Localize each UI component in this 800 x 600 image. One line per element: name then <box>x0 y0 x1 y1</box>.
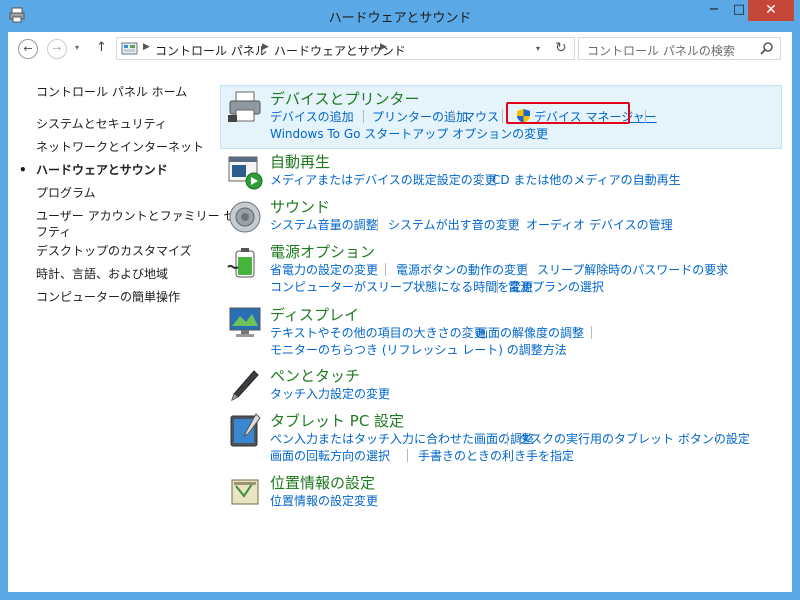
link-separator <box>515 218 516 231</box>
link-pen-calibrate[interactable]: ペン入力またはタッチ入力に合わせた画面の調整 <box>270 430 534 447</box>
category-title[interactable]: 自動再生 <box>270 151 330 172</box>
sidebar-item-ease-of-access[interactable]: コンピューターの簡単操作 <box>36 289 180 305</box>
link-power-plan[interactable]: 電源プランの選択 <box>508 278 604 295</box>
sidebar-item-system-security[interactable]: システムとセキュリティ <box>36 116 167 132</box>
minimize-button[interactable]: − <box>701 0 727 21</box>
link-separator <box>363 110 364 123</box>
link-separator <box>526 263 527 276</box>
close-button[interactable]: ✕ <box>748 0 794 21</box>
search-box[interactable]: コントロール パネルの検索 <box>578 37 781 60</box>
address-dropdown-icon[interactable]: ▾ <box>536 44 540 53</box>
search-icon[interactable] <box>760 41 774 55</box>
link-media-defaults[interactable]: メディアまたはデバイスの既定設定の変更 <box>270 171 497 188</box>
client-area: ← → ▾ ↑ ▶ コントロール パネル ▶ ハードウェアとサウンド ▶ ▾ ↻ <box>8 32 792 592</box>
link-separator <box>497 280 498 293</box>
category-title[interactable]: サウンド <box>270 196 330 217</box>
current-item-bullet-icon: • <box>19 163 27 177</box>
link-cd-autoplay[interactable]: CD または他のメディアの自動再生 <box>492 171 681 188</box>
category-title[interactable]: 電源オプション <box>270 241 375 262</box>
up-button[interactable]: ↑ <box>96 40 107 55</box>
link-text-size[interactable]: テキストやその他の項目の大きさの変更 <box>270 324 486 341</box>
link-sleep-time[interactable]: コンピューターがスリープ状態になる時間を変更 <box>270 278 533 295</box>
link-volume[interactable]: システム音量の調整 <box>270 216 378 233</box>
link-add-device[interactable]: デバイスの追加 <box>270 108 354 125</box>
battery-icon[interactable] <box>226 243 264 281</box>
sidebar-item-hardware-sound[interactable]: • ハードウェアとサウンド <box>19 162 168 178</box>
category-title[interactable]: タブレット PC 設定 <box>270 410 404 431</box>
location-icon[interactable] <box>226 474 264 512</box>
search-placeholder: コントロール パネルの検索 <box>587 44 735 58</box>
link-separator <box>645 110 646 123</box>
link-rotation[interactable]: 画面の回転方向の選択 <box>270 447 390 464</box>
link-power-button[interactable]: 電源ボタンの動作の変更 <box>396 261 528 278</box>
sidebar-item-user-accounts[interactable]: ユーザー アカウントとファミリー セー <box>36 208 247 224</box>
recent-pages-dropdown-icon[interactable]: ▾ <box>75 43 79 52</box>
breadcrumb-separator-icon[interactable]: ▶ <box>143 42 150 52</box>
pen-icon[interactable] <box>226 367 264 405</box>
window-title: ハードウェアとサウンド <box>328 11 472 26</box>
link-system-sounds[interactable]: システムが出す音の変更 <box>388 216 520 233</box>
sidebar-item-appearance[interactable]: デスクトップのカスタマイズ <box>36 243 192 259</box>
category-title[interactable]: デバイスとプリンター <box>270 88 420 109</box>
link-refresh-rate[interactable]: モニターのちらつき (リフレッシュ レート) の調整方法 <box>270 341 567 358</box>
link-separator <box>453 110 454 123</box>
category-title[interactable]: ペンとタッチ <box>270 365 360 386</box>
printer-icon[interactable] <box>226 88 264 126</box>
link-separator <box>377 218 378 231</box>
sidebar-item-label: ハードウェアとサウンド <box>36 163 168 177</box>
link-separator <box>466 326 467 339</box>
address-bar[interactable]: ▶ コントロール パネル ▶ ハードウェアとサウンド ▶ ▾ ↻ <box>116 37 575 60</box>
breadcrumb-separator-icon[interactable]: ▶ <box>380 42 387 52</box>
autoplay-icon[interactable] <box>226 153 264 191</box>
category-title[interactable]: ディスプレイ <box>270 304 359 325</box>
breadcrumb-separator-icon[interactable]: ▶ <box>262 42 269 52</box>
refresh-icon[interactable]: ↻ <box>555 40 567 56</box>
link-separator <box>502 110 503 123</box>
breadcrumb-control-panel[interactable]: コントロール パネル <box>155 42 267 59</box>
sidebar-item-home[interactable]: コントロール パネル ホーム <box>36 84 187 100</box>
link-separator <box>407 449 408 462</box>
link-touch-input[interactable]: タッチ入力設定の変更 <box>270 385 390 402</box>
link-separator <box>480 173 481 186</box>
monitor-icon[interactable] <box>226 304 264 342</box>
forward-button[interactable]: → <box>47 39 67 59</box>
link-windows-to-go[interactable]: Windows To Go スタートアップ オプションの変更 <box>270 125 548 142</box>
back-button[interactable]: ← <box>18 39 38 59</box>
link-wake-password[interactable]: スリープ解除時のパスワードの要求 <box>537 261 728 278</box>
control-panel-window: ハードウェアとサウンド − □ ✕ ← → ▾ ↑ ▶ コントロール パネル ▶… <box>0 0 800 600</box>
link-handedness[interactable]: 手書きのときの利き手を指定 <box>418 447 574 464</box>
category-title[interactable]: 位置情報の設定 <box>270 472 375 493</box>
sidebar-item-programs[interactable]: プログラム <box>36 185 96 201</box>
link-separator <box>507 432 508 445</box>
control-panel-icon <box>121 42 138 55</box>
link-separator <box>720 263 721 276</box>
sidebar-item-network[interactable]: ネットワークとインターネット <box>36 139 204 155</box>
link-power-settings[interactable]: 省電力の設定の変更 <box>270 261 378 278</box>
tablet-icon[interactable] <box>226 412 264 450</box>
sidebar-item-clock-language[interactable]: 時計、言語、および地域 <box>36 266 168 282</box>
link-separator <box>716 432 717 445</box>
navigation-bar: ← → ▾ ↑ ▶ コントロール パネル ▶ ハードウェアとサウンド ▶ ▾ ↻ <box>8 32 792 68</box>
link-location-settings[interactable]: 位置情報の設定変更 <box>270 492 378 509</box>
title-bar[interactable]: ハードウェアとサウンド − □ ✕ <box>0 0 800 32</box>
device-manager-highlight-frame <box>506 102 630 124</box>
link-separator <box>591 326 592 339</box>
link-separator <box>385 263 386 276</box>
link-audio-devices[interactable]: オーディオ デバイスの管理 <box>526 216 673 233</box>
link-mouse[interactable]: マウス <box>463 108 499 125</box>
speaker-icon[interactable] <box>226 198 264 236</box>
link-resolution[interactable]: 画面の解像度の調整 <box>476 324 584 341</box>
sidebar-item-user-accounts-cont[interactable]: フティ <box>36 224 71 240</box>
